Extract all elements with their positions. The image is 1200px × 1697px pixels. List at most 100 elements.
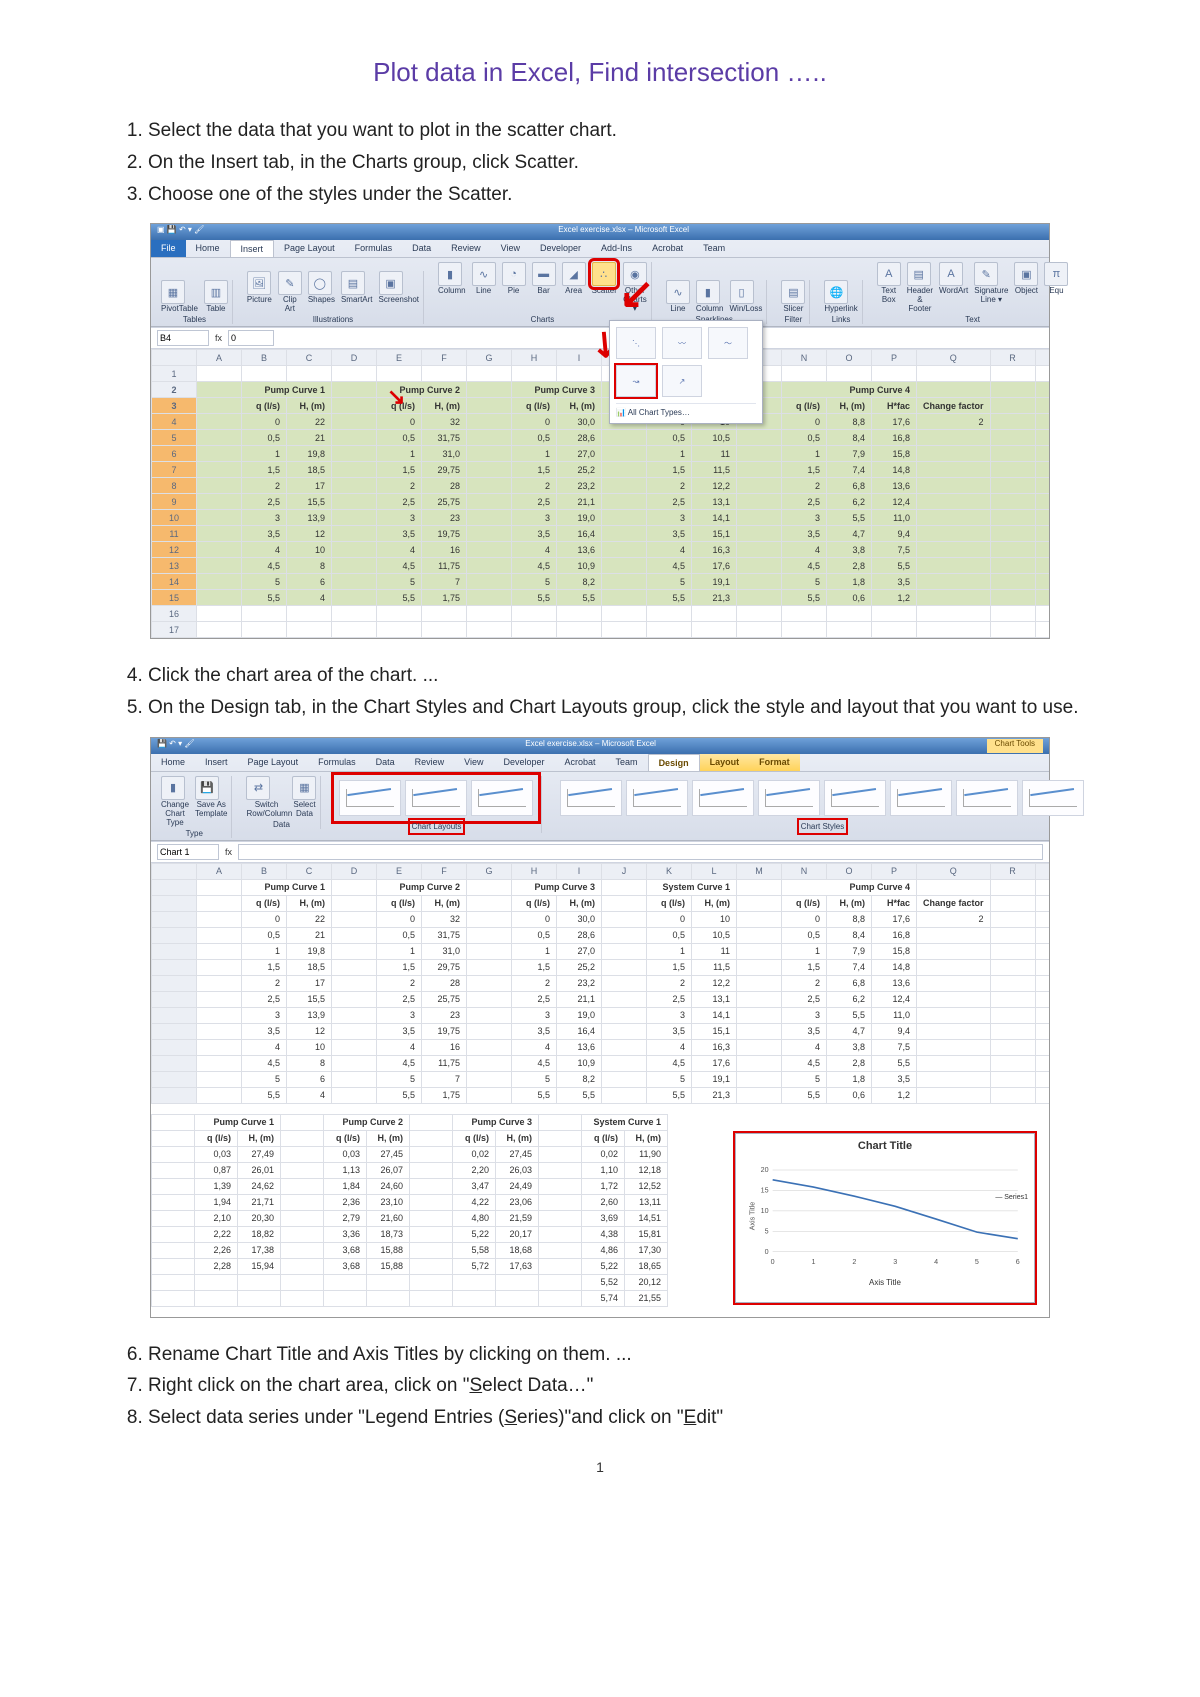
tab-insert[interactable]: Insert [195, 754, 238, 771]
sparkline-column-icon[interactable]: ▮ [696, 280, 720, 304]
window-title: Excel exercise.xlsx – Microsoft Excel [558, 225, 689, 239]
chart-xlabel[interactable]: Axis Title [742, 1278, 1028, 1287]
switch-row-col-icon[interactable]: ⇄ [246, 776, 270, 800]
pie-chart-icon[interactable]: ◔ [502, 262, 526, 286]
slicer-icon[interactable]: ▤ [781, 280, 805, 304]
tab-acrobat[interactable]: Acrobat [555, 754, 606, 771]
chart-styles-label: Chart Styles [799, 820, 847, 833]
scatter-straight-markers-icon[interactable]: ↝ [616, 365, 656, 397]
fx-icon[interactable]: fx [215, 333, 222, 343]
formula-bar[interactable] [228, 330, 274, 346]
tab-design[interactable]: Design [648, 754, 700, 771]
scatter-markers-only-icon[interactable]: ⋱ [616, 327, 656, 359]
tab-insert[interactable]: Insert [230, 240, 275, 257]
name-box[interactable] [157, 330, 209, 346]
smartart-icon[interactable]: ▤ [341, 271, 365, 295]
chart-style-option[interactable] [1022, 780, 1084, 816]
select-data-icon[interactable]: ▦ [292, 776, 316, 800]
tab-formulas[interactable]: Formulas [345, 240, 403, 257]
wordart-icon[interactable]: A [939, 262, 963, 286]
embedded-chart[interactable]: Chart Title 0 5 10 15 20 Axis Title 0 1 … [735, 1133, 1035, 1303]
worksheet[interactable]: ABCDEFGHIJKLMNOPQRST12Pump Curve 1Pump C… [151, 349, 1049, 638]
equation-icon[interactable]: π [1044, 262, 1068, 286]
tab-view[interactable]: View [454, 754, 493, 771]
formula-bar[interactable] [238, 844, 1043, 860]
tab-team[interactable]: Team [606, 754, 648, 771]
pivottable-icon[interactable]: ▦ [161, 280, 185, 304]
chart-layout-option[interactable] [405, 780, 467, 816]
tab-pagelayout[interactable]: Page Layout [274, 240, 345, 257]
chart-plot-area[interactable]: 0 5 10 15 20 Axis Title 0 1 2 3 4 5 6 [742, 1156, 1028, 1276]
object-icon[interactable]: ▣ [1014, 262, 1038, 286]
sparkline-line-label: Line [666, 304, 690, 313]
tab-layout[interactable]: Layout [700, 754, 750, 771]
chart-styles-gallery[interactable] [556, 776, 1088, 820]
textbox-icon[interactable]: A [877, 262, 901, 286]
chart-legend[interactable]: — Series1 [995, 1194, 1028, 1201]
scatter-smooth-icon[interactable]: 〜 [708, 327, 748, 359]
chart-style-option[interactable] [824, 780, 886, 816]
tab-review[interactable]: Review [405, 754, 455, 771]
chart-ylabel[interactable]: Axis Title [748, 1201, 756, 1230]
tab-developer[interactable]: Developer [530, 240, 591, 257]
chart-style-option[interactable] [956, 780, 1018, 816]
bar-chart-icon[interactable]: ▬ [532, 262, 556, 286]
tab-pagelayout[interactable]: Page Layout [238, 754, 309, 771]
chart-style-option[interactable] [560, 780, 622, 816]
chart-layouts-gallery[interactable] [335, 776, 537, 820]
tab-data[interactable]: Data [402, 240, 441, 257]
tab-file[interactable]: File [151, 240, 186, 257]
save-as-template-icon[interactable]: 💾 [195, 776, 219, 800]
area-label: Area [562, 286, 586, 295]
chart-layout-option[interactable] [471, 780, 533, 816]
chart-style-option[interactable] [758, 780, 820, 816]
screenshot-icon[interactable]: ▣ [379, 271, 403, 295]
scatter-smooth-markers-icon[interactable]: 〰 [662, 327, 702, 359]
scatter-chart-icon[interactable]: ∴ [592, 262, 616, 286]
tab-home[interactable]: Home [186, 240, 230, 257]
column-chart-icon[interactable]: ▮ [438, 262, 462, 286]
chart-style-option[interactable] [692, 780, 754, 816]
sigline-label: Signature Line ▾ [974, 286, 1008, 304]
chart-layouts-label: Chart Layouts [410, 820, 464, 833]
shapes-icon[interactable]: ◯ [308, 271, 332, 295]
hyperlink-icon[interactable]: 🌐 [824, 280, 848, 304]
tab-developer[interactable]: Developer [493, 754, 554, 771]
tab-view[interactable]: View [491, 240, 530, 257]
tab-format[interactable]: Format [749, 754, 800, 771]
chart-layout-option[interactable] [339, 780, 401, 816]
ytick: 15 [761, 1186, 769, 1194]
fx-icon[interactable]: fx [225, 847, 232, 857]
change-chart-type-icon[interactable]: ▮ [161, 776, 185, 800]
step: On the Design tab, in the Chart Styles a… [148, 695, 1080, 721]
sigline-icon[interactable]: ✎ [974, 262, 998, 286]
picture-icon[interactable]: 🖼 [247, 271, 271, 295]
clipart-icon[interactable]: ✎ [278, 271, 302, 295]
headerfooter-icon[interactable]: ▤ [907, 262, 931, 286]
tab-home[interactable]: Home [151, 754, 195, 771]
tab-review[interactable]: Review [441, 240, 491, 257]
area-chart-icon[interactable]: ◢ [562, 262, 586, 286]
all-chart-types-link[interactable]: 📊 All Chart Types… [616, 403, 756, 417]
group-tables: Tables [183, 315, 206, 324]
tab-formulas[interactable]: Formulas [308, 754, 366, 771]
tab-team[interactable]: Team [693, 240, 735, 257]
chart-title[interactable]: Chart Title [742, 1140, 1028, 1152]
table-label: Table [204, 304, 228, 313]
chart-style-option[interactable] [626, 780, 688, 816]
sparkline-line-icon[interactable]: ∿ [666, 280, 690, 304]
scatter-dropdown[interactable]: ⋱ 〰 〜 ↝ ↗ 📊 All Chart Types… [609, 320, 763, 424]
name-box[interactable] [157, 844, 219, 860]
tab-data[interactable]: Data [366, 754, 405, 771]
line-chart-icon[interactable]: ∿ [472, 262, 496, 286]
page-number: 1 [120, 1459, 1080, 1475]
other-charts-icon[interactable]: ◉ [623, 262, 647, 286]
sparkline-winloss-icon[interactable]: ▯ [730, 280, 754, 304]
group-charts: Charts [531, 315, 555, 324]
chart-style-option[interactable] [890, 780, 952, 816]
scatter-straight-icon[interactable]: ↗ [662, 365, 702, 397]
tab-addins[interactable]: Add-Ins [591, 240, 642, 257]
tab-acrobat[interactable]: Acrobat [642, 240, 693, 257]
table-icon[interactable]: ▥ [204, 280, 228, 304]
line-label: Line [472, 286, 496, 295]
